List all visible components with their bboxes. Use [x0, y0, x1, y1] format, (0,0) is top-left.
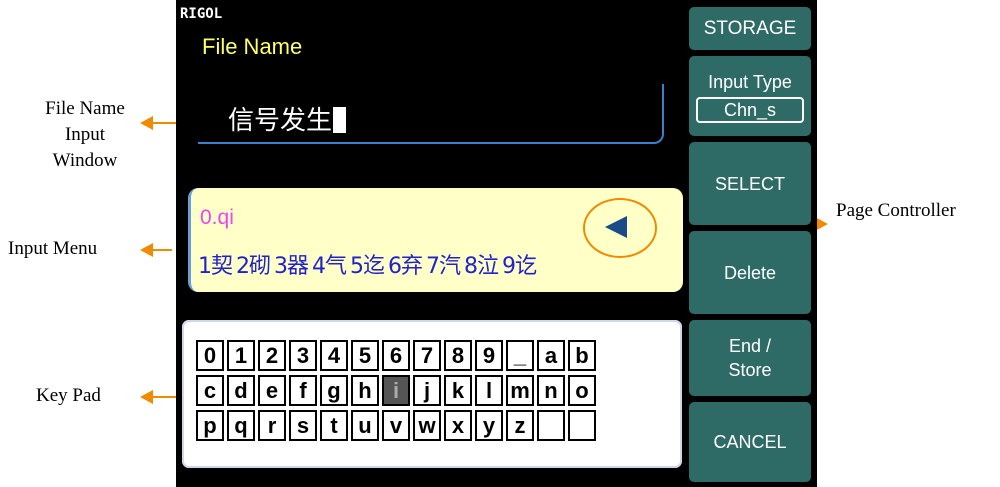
key-e[interactable]: e: [258, 375, 286, 406]
keypad-row: cdefghijklmno: [196, 375, 596, 406]
key-a[interactable]: a: [537, 340, 565, 371]
key-2[interactable]: 2: [258, 340, 286, 371]
key-f[interactable]: f: [289, 375, 317, 406]
key-4[interactable]: 4: [320, 340, 348, 371]
key-l[interactable]: l: [475, 375, 503, 406]
key-5[interactable]: 5: [351, 340, 379, 371]
key-k[interactable]: k: [444, 375, 472, 406]
key-3[interactable]: 3: [289, 340, 317, 371]
page-left-arrow-icon[interactable]: [605, 216, 627, 238]
key-x[interactable]: x: [444, 410, 472, 441]
key-_[interactable]: _: [506, 340, 534, 371]
cancel-button[interactable]: CANCEL: [689, 402, 811, 482]
key-pad: 0 1 2 3 4 5 6 7 8 9 _ a b cdefghijklmno pqrstuvwxyz: [182, 320, 682, 468]
key-9[interactable]: 9: [475, 340, 503, 371]
key-v[interactable]: v: [382, 410, 410, 441]
candidate-item[interactable]: 1契: [198, 254, 233, 279]
key-u[interactable]: u: [351, 410, 379, 441]
key-y[interactable]: y: [475, 410, 503, 441]
file-name-input-window[interactable]: 信号发生: [198, 84, 664, 144]
key-c[interactable]: c: [196, 375, 224, 406]
keypad-row: pqrstuvwxyz: [196, 410, 596, 441]
annotation-file-name-window: File Name Input Window: [45, 98, 125, 171]
key-q[interactable]: q: [227, 410, 255, 441]
key-h[interactable]: h: [351, 375, 379, 406]
candidate-item[interactable]: 5迄: [350, 254, 385, 279]
key-p[interactable]: p: [196, 410, 224, 441]
key-space[interactable]: [537, 410, 565, 441]
annotation-key-pad: Key Pad: [36, 385, 101, 406]
key-8[interactable]: 8: [444, 340, 472, 371]
file-name-label: File Name: [202, 34, 303, 59]
text-cursor: [333, 107, 347, 133]
candidate-item[interactable]: 6弃: [388, 254, 423, 279]
input-type-label: Input Type: [708, 71, 792, 92]
key-d[interactable]: d: [227, 375, 255, 406]
input-value: 信号发生: [228, 106, 333, 136]
brand-logo: RIGOL: [180, 6, 223, 22]
keypad-row: 0 1 2 3 4 5 6 7 8 9 _ a b: [196, 340, 596, 371]
candidate-item[interactable]: 8泣: [464, 254, 499, 279]
file-name-input[interactable]: 信号发生: [228, 100, 347, 137]
storage-menu-title: STORAGE: [689, 7, 811, 50]
input-menu: 0.qi 1契 2砌 3器 4气 5迄 6弃 7汽 8泣 9讫: [188, 188, 683, 292]
key-r[interactable]: r: [258, 410, 286, 441]
key-m[interactable]: m: [506, 375, 534, 406]
key-g[interactable]: g: [320, 375, 348, 406]
key-7[interactable]: 7: [413, 340, 441, 371]
candidate-list: 1契 2砌 3器 4气 5迄 6弃 7汽 8泣 9讫: [198, 248, 540, 280]
end-store-button[interactable]: End / Store: [689, 320, 811, 396]
pinyin-text: 0.qi: [200, 206, 234, 229]
select-button[interactable]: SELECT: [689, 142, 811, 225]
annotation-arrow-input-menu: [140, 243, 172, 257]
key-s[interactable]: s: [289, 410, 317, 441]
key-1[interactable]: 1: [227, 340, 255, 371]
key-j[interactable]: j: [413, 375, 441, 406]
key-space[interactable]: [568, 410, 596, 441]
key-b[interactable]: b: [568, 340, 596, 371]
key-6[interactable]: 6: [382, 340, 410, 371]
delete-button[interactable]: Delete: [689, 231, 811, 314]
annotation-input-menu: Input Menu: [8, 238, 98, 259]
key-o[interactable]: o: [568, 375, 596, 406]
candidate-item[interactable]: 9讫: [502, 254, 537, 279]
key-n[interactable]: n: [537, 375, 565, 406]
candidate-item[interactable]: 4气: [312, 254, 347, 279]
key-t[interactable]: t: [320, 410, 348, 441]
key-z[interactable]: z: [506, 410, 534, 441]
key-w[interactable]: w: [413, 410, 441, 441]
candidate-item[interactable]: 3器: [274, 254, 309, 279]
annotation-page-controller: Page Controller: [836, 200, 956, 221]
key-0[interactable]: 0: [196, 340, 224, 371]
instrument-screen: RIGOL File Name 信号发生 0.qi 1契 2砌 3器 4气 5迄 6弃 7汽…: [176, 0, 817, 487]
key-i[interactable]: i: [382, 375, 410, 406]
input-type-button[interactable]: Input Type Chn_s: [689, 56, 811, 136]
candidate-item[interactable]: 2砌: [236, 254, 271, 279]
candidate-item[interactable]: 7汽: [426, 254, 461, 279]
input-type-value: Chn_s: [696, 96, 804, 123]
